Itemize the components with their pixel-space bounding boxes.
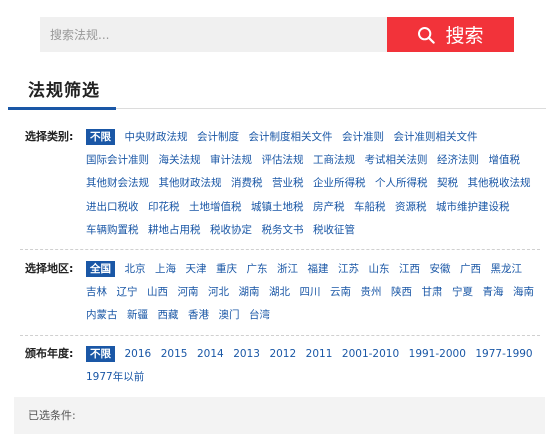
categories-option[interactable]: 企业所得税 (313, 175, 366, 191)
regions-option[interactable]: 宁夏 (452, 284, 473, 300)
categories-option[interactable]: 消费税 (231, 175, 263, 191)
regions-option[interactable]: 甘肃 (422, 284, 443, 300)
regions-option[interactable]: 台湾 (249, 307, 270, 323)
category-options: 不限 中央财政法规 会计制度 会计制度相关文件 会计准则 会计准则相关文件国际会计准则 海关… (86, 129, 548, 245)
categories-option[interactable]: 土地增值税 (189, 199, 242, 215)
regions-option[interactable]: 重庆 (216, 261, 237, 277)
regions-option[interactable]: 浙江 (277, 261, 298, 277)
categories-option[interactable]: 会计制度相关文件 (249, 129, 333, 145)
categories-option[interactable]: 车船税 (354, 199, 386, 215)
years-option[interactable]: 1977-1990 (475, 346, 532, 362)
categories-option[interactable]: 其他财会法规 (86, 175, 149, 191)
regions-option[interactable]: 河北 (208, 284, 229, 300)
category-filter-label: 选择类别: (25, 130, 74, 143)
regions-option[interactable]: 上海 (155, 261, 176, 277)
regions-option[interactable]: 河南 (178, 284, 199, 300)
region-options: 全国 北京 上海 天津 重庆 广东 浙江 福建 江苏 山东 江西 安徽 广西 黑龙江吉林 辽宁 山西 河南 河北湖… (86, 261, 548, 331)
categories-option[interactable]: 耕地占用税 (148, 222, 201, 238)
categories-option[interactable]: 税务文书 (262, 222, 304, 238)
regions-option[interactable]: 香港 (188, 307, 209, 323)
regions-option[interactable]: 海南 (513, 284, 534, 300)
regions-option[interactable]: 福建 (308, 261, 329, 277)
search-button[interactable]: 搜索 (387, 17, 514, 52)
filter-divider (20, 335, 540, 336)
years-option[interactable]: 不限 (86, 346, 115, 362)
categories-option[interactable]: 增值税 (489, 152, 521, 168)
regions-option[interactable]: 安徽 (430, 261, 451, 277)
categories-option[interactable]: 会计准则相关文件 (394, 129, 478, 145)
regions-option[interactable]: 江苏 (338, 261, 359, 277)
categories-option[interactable]: 其他税收法规 (468, 175, 531, 191)
selected-conditions-panel: 已选条件: (14, 397, 545, 434)
regions-option[interactable]: 山东 (369, 261, 390, 277)
categories-option[interactable]: 会计准则 (342, 129, 384, 145)
filter-divider (20, 249, 540, 250)
regions-option[interactable]: 广东 (247, 261, 268, 277)
regions-option[interactable]: 广西 (460, 261, 481, 277)
search-bar: 搜索 (40, 17, 514, 52)
categories-option[interactable]: 资源税 (395, 199, 427, 215)
categories-option[interactable]: 契税 (437, 175, 458, 191)
regions-option[interactable]: 西藏 (158, 307, 179, 323)
regions-option[interactable]: 四川 (300, 284, 321, 300)
categories-option[interactable]: 税收征管 (313, 222, 355, 238)
categories-option[interactable]: 城市维护建设税 (436, 199, 510, 215)
categories-option[interactable]: 个人所得税 (375, 175, 428, 191)
years-option[interactable]: 1977年以前 (86, 369, 144, 385)
regions-option[interactable]: 湖南 (239, 284, 260, 300)
categories-option[interactable]: 不限 (86, 129, 115, 145)
categories-option[interactable]: 审计法规 (210, 152, 252, 168)
categories-option[interactable]: 经济法则 (437, 152, 479, 168)
regions-option[interactable]: 湖北 (269, 284, 290, 300)
regions-option[interactable]: 江西 (399, 261, 420, 277)
categories-option[interactable]: 税收协定 (210, 222, 252, 238)
years-option[interactable]: 2011 (306, 346, 333, 362)
regions-option[interactable]: 黑龙江 (491, 261, 523, 277)
categories-option[interactable]: 印花税 (148, 199, 180, 215)
regions-option[interactable]: 天津 (186, 261, 207, 277)
filter-title: 法规筛选 (28, 81, 100, 101)
categories-option[interactable]: 海关法规 (159, 152, 201, 168)
categories-option[interactable]: 国际会计准则 (86, 152, 149, 168)
regions-option[interactable]: 内蒙古 (86, 307, 118, 323)
categories-option[interactable]: 城镇土地税 (251, 199, 304, 215)
selected-conditions-label: 已选条件: (28, 409, 76, 422)
regions-option[interactable]: 新疆 (127, 307, 148, 323)
categories-option[interactable]: 工商法规 (313, 152, 355, 168)
year-options: 不限 2016 2015 2014 2013 2012 2011 2001-2010 1991-… (86, 346, 548, 392)
year-filter-label: 颁布年度: (25, 347, 74, 360)
years-option[interactable]: 2015 (161, 346, 188, 362)
search-input[interactable] (40, 17, 387, 52)
categories-option[interactable]: 其他财政法规 (159, 175, 222, 191)
regions-option[interactable]: 陕西 (391, 284, 412, 300)
regions-option[interactable]: 辽宁 (117, 284, 138, 300)
regions-option[interactable]: 吉林 (86, 284, 107, 300)
regions-option[interactable]: 云南 (330, 284, 351, 300)
regions-option[interactable]: 澳门 (219, 307, 240, 323)
years-option[interactable]: 2012 (269, 346, 296, 362)
categories-option[interactable]: 会计制度 (197, 129, 239, 145)
regions-option[interactable]: 青海 (483, 284, 504, 300)
regions-option[interactable]: 贵州 (361, 284, 382, 300)
header-accent-bar (8, 107, 116, 110)
categories-option[interactable]: 中央财政法规 (125, 129, 188, 145)
categories-option[interactable]: 评估法规 (262, 152, 304, 168)
categories-option[interactable]: 房产税 (313, 199, 345, 215)
years-option[interactable]: 2001-2010 (342, 346, 399, 362)
regions-option[interactable]: 北京 (125, 261, 146, 277)
years-option[interactable]: 2014 (197, 346, 224, 362)
categories-option[interactable]: 进出口税收 (86, 199, 139, 215)
years-option[interactable]: 2016 (125, 346, 152, 362)
search-icon (418, 26, 436, 44)
search-button-label: 搜索 (445, 25, 484, 47)
years-option[interactable]: 1991-2000 (409, 346, 466, 362)
regions-option[interactable]: 全国 (86, 261, 115, 277)
categories-option[interactable]: 营业税 (272, 175, 304, 191)
categories-option[interactable]: 考试相关法则 (365, 152, 428, 168)
years-option[interactable]: 2013 (233, 346, 260, 362)
regions-option[interactable]: 山西 (147, 284, 168, 300)
categories-option[interactable]: 车辆购置税 (86, 222, 139, 238)
region-filter-label: 选择地区: (25, 262, 74, 275)
